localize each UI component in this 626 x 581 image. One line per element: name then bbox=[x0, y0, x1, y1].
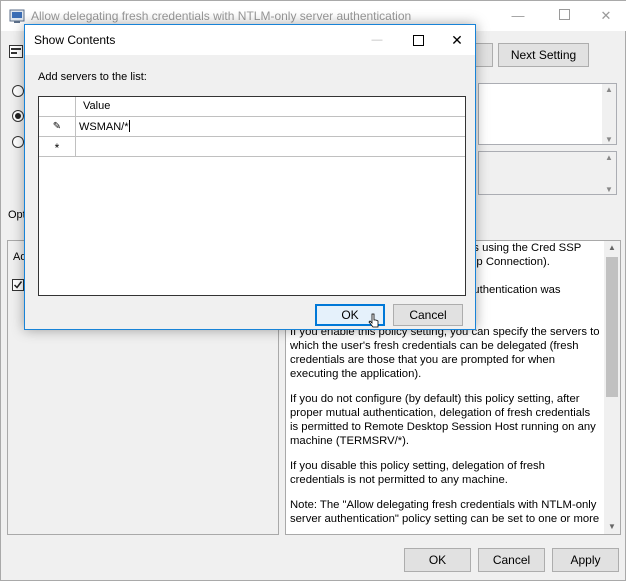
value-cell[interactable]: WSMAN/* bbox=[76, 117, 465, 137]
value-cell-text: WSMAN/* bbox=[79, 121, 129, 133]
mouse-cursor-icon bbox=[368, 313, 380, 329]
help-paragraph: If you do not configure (by default) thi… bbox=[290, 393, 596, 447]
comment-scrollbar[interactable]: ▲ ▼ bbox=[602, 84, 616, 144]
maximize-button[interactable] bbox=[541, 1, 587, 31]
text-cursor bbox=[128, 120, 130, 132]
help-paragraph: Note: The "Allow delegating fresh creden… bbox=[290, 499, 600, 525]
pencil-icon: ✎ bbox=[39, 117, 76, 137]
dialog-titlebar: Show Contents — ✕ bbox=[25, 25, 475, 55]
apply-button[interactable]: Apply bbox=[552, 548, 619, 572]
help-scrollbar[interactable]: ▲ ▼ bbox=[604, 241, 620, 534]
concatenate-checkbox[interactable] bbox=[12, 279, 24, 291]
dialog-maximize-button[interactable] bbox=[401, 25, 437, 55]
policy-app-icon bbox=[9, 9, 25, 23]
enabled-radio[interactable] bbox=[12, 110, 24, 122]
dialog-title: Show Contents bbox=[34, 33, 116, 47]
scroll-thumb[interactable] bbox=[606, 257, 618, 397]
show-contents-dialog: Show Contents — ✕ Add servers to the lis… bbox=[24, 24, 476, 330]
scroll-down-icon[interactable]: ▼ bbox=[604, 520, 620, 534]
help-text-body: If you enable this policy setting, you c… bbox=[290, 325, 600, 535]
help-line: authentication was bbox=[467, 284, 561, 296]
value-column-header[interactable]: Value bbox=[76, 97, 465, 117]
toolbar-icon bbox=[9, 45, 23, 58]
servers-grid[interactable]: Value ✎ WSMAN/* * bbox=[38, 96, 466, 296]
scroll-up-icon[interactable]: ▲ bbox=[604, 241, 620, 255]
ok-button[interactable]: OK bbox=[404, 548, 471, 572]
disabled-radio[interactable] bbox=[12, 136, 24, 148]
dialog-minimize-button[interactable]: — bbox=[359, 25, 395, 55]
minimize-button[interactable]: — bbox=[495, 1, 541, 31]
maximize-icon bbox=[413, 35, 424, 46]
dialog-close-button[interactable]: ✕ bbox=[439, 25, 475, 55]
cancel-button[interactable]: Cancel bbox=[478, 548, 545, 572]
help-line: top Connection). bbox=[467, 256, 550, 268]
add-servers-instruction: Add servers to the list: bbox=[38, 71, 147, 83]
help-paragraph: If you enable this policy setting, you c… bbox=[290, 326, 600, 380]
next-setting-button[interactable]: Next Setting bbox=[498, 43, 589, 67]
help-paragraph: If you disable this policy setting, dele… bbox=[290, 460, 545, 486]
grid-row-header-corner bbox=[39, 97, 76, 117]
supported-scrollbar[interactable]: ▲ ▼ bbox=[602, 152, 616, 194]
close-button[interactable]: ✕ bbox=[583, 1, 626, 31]
supported-on-field: ▲ ▼ bbox=[478, 151, 617, 195]
dialog-cancel-button[interactable]: Cancel bbox=[393, 304, 463, 326]
new-row-icon: * bbox=[39, 137, 76, 157]
not-configured-radio[interactable] bbox=[12, 85, 24, 97]
maximize-icon bbox=[558, 9, 570, 20]
window-title: Allow delegating fresh credentials with … bbox=[31, 9, 412, 23]
comment-field[interactable]: ▲ ▼ bbox=[478, 83, 617, 145]
new-value-cell[interactable] bbox=[76, 137, 465, 157]
help-line: ns using the Cred SSP bbox=[467, 242, 582, 254]
